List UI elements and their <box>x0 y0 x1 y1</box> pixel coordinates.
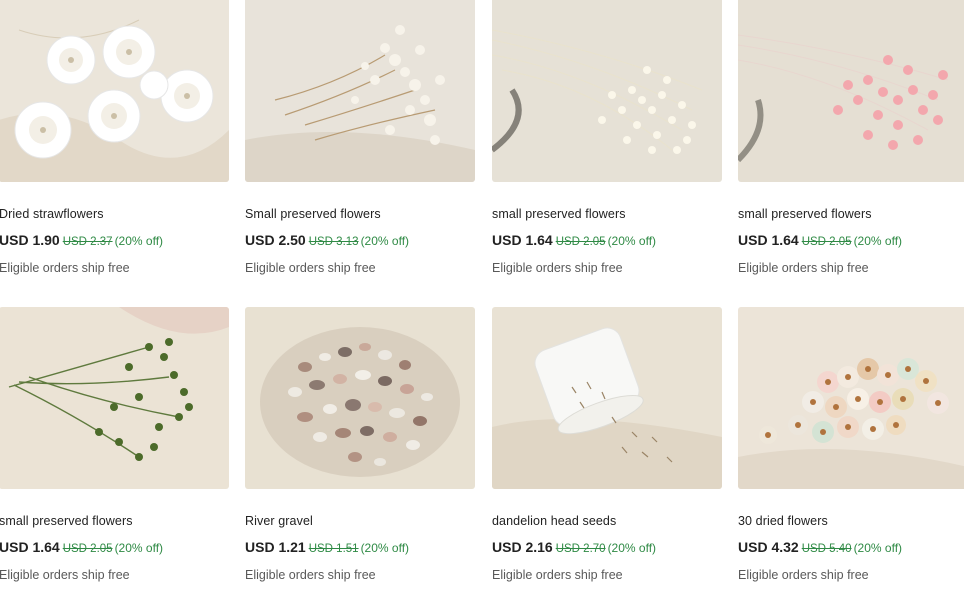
shipping-note: Eligible orders ship free <box>738 261 869 275</box>
price-row: USD 1.64 USD 2.05 (20% off) <box>492 232 656 250</box>
sale-price: USD 1.90 <box>0 232 60 248</box>
sale-price: USD 1.64 <box>0 539 60 555</box>
photo-art <box>738 0 964 182</box>
river-gravel-photo[interactable] <box>245 307 475 489</box>
product-title[interactable]: 30 dried flowers <box>738 514 828 528</box>
photo-art <box>0 0 229 182</box>
product-card[interactable]: small preserved flowers USD 1.64 USD 2.05… <box>0 307 231 597</box>
sale-price: USD 2.50 <box>245 232 306 248</box>
photo-art <box>738 307 964 489</box>
discount-label: (20% off) <box>114 541 164 555</box>
price-row: USD 2.50 USD 3.13 (20% off) <box>245 232 409 250</box>
photo-art <box>492 307 722 489</box>
product-title[interactable]: small preserved flowers <box>0 514 133 528</box>
preserved-flowers-green-photo[interactable] <box>0 307 229 489</box>
original-price: USD 2.05 <box>555 236 606 248</box>
original-price: USD 5.40 <box>801 543 852 555</box>
photo-art <box>245 0 475 182</box>
sale-price: USD 1.64 <box>738 232 799 248</box>
preserved-flowers-cream-photo[interactable] <box>245 0 475 182</box>
product-card[interactable]: small preserved flowers USD 1.64 USD 2.05… <box>738 0 964 290</box>
original-price: USD 2.05 <box>801 236 852 248</box>
dried-daisies-photo[interactable] <box>738 307 964 489</box>
discount-label: (20% off) <box>360 541 410 555</box>
shipping-note: Eligible orders ship free <box>492 261 623 275</box>
product-card[interactable]: Small preserved flowers USD 2.50 USD 3.13… <box>245 0 477 290</box>
product-card[interactable]: 30 dried flowers USD 4.32 USD 5.40 (20% of… <box>738 307 964 597</box>
price-row: USD 1.90 USD 2.37 (20% off) <box>0 232 163 250</box>
shipping-note: Eligible orders ship free <box>0 568 130 582</box>
product-card[interactable]: River gravel USD 1.21 USD 1.51 (20% off) E… <box>245 307 477 597</box>
dandelion-seeds-photo[interactable] <box>492 307 722 489</box>
original-price: USD 3.13 <box>308 236 359 248</box>
white-strawflowers-photo[interactable] <box>0 0 229 182</box>
photo-art <box>245 307 475 489</box>
discount-label: (20% off) <box>607 541 657 555</box>
price-row: USD 1.64 USD 2.05 (20% off) <box>0 539 163 557</box>
original-price: USD 1.51 <box>308 543 359 555</box>
discount-label: (20% off) <box>853 234 903 248</box>
price-row: USD 1.64 USD 2.05 (20% off) <box>738 232 902 250</box>
product-title[interactable]: dandelion head seeds <box>492 514 616 528</box>
shipping-note: Eligible orders ship free <box>738 568 869 582</box>
discount-label: (20% off) <box>607 234 657 248</box>
price-row: USD 1.21 USD 1.51 (20% off) <box>245 539 409 557</box>
preserved-flowers-pink-photo[interactable] <box>738 0 964 182</box>
product-card[interactable]: small preserved flowers USD 1.64 USD 2.05… <box>492 0 724 290</box>
discount-label: (20% off) <box>114 234 164 248</box>
product-title[interactable]: Dried strawflowers <box>0 207 104 221</box>
sale-price: USD 1.64 <box>492 232 553 248</box>
product-card[interactable]: dandelion head seeds USD 2.16 USD 2.70 (20… <box>492 307 724 597</box>
product-grid: Dried strawflowers USD 1.90 USD 2.37 (20% … <box>0 0 964 583</box>
sale-price: USD 1.21 <box>245 539 306 555</box>
shipping-note: Eligible orders ship free <box>0 261 130 275</box>
sale-price: USD 4.32 <box>738 539 799 555</box>
preserved-flowers-white-photo[interactable] <box>492 0 722 182</box>
discount-label: (20% off) <box>853 541 903 555</box>
discount-label: (20% off) <box>360 234 410 248</box>
product-title[interactable]: small preserved flowers <box>492 207 626 221</box>
photo-art <box>0 307 229 489</box>
price-row: USD 4.32 USD 5.40 (20% off) <box>738 539 902 557</box>
shipping-note: Eligible orders ship free <box>245 568 376 582</box>
price-row: USD 2.16 USD 2.70 (20% off) <box>492 539 656 557</box>
product-title[interactable]: small preserved flowers <box>738 207 872 221</box>
product-title[interactable]: River gravel <box>245 514 313 528</box>
sale-price: USD 2.16 <box>492 539 553 555</box>
original-price: USD 2.05 <box>62 543 113 555</box>
product-card[interactable]: Dried strawflowers USD 1.90 USD 2.37 (20% … <box>0 0 231 290</box>
original-price: USD 2.70 <box>555 543 606 555</box>
shipping-note: Eligible orders ship free <box>492 568 623 582</box>
shipping-note: Eligible orders ship free <box>245 261 376 275</box>
original-price: USD 2.37 <box>62 236 113 248</box>
photo-art <box>492 0 722 182</box>
product-title[interactable]: Small preserved flowers <box>245 207 381 221</box>
